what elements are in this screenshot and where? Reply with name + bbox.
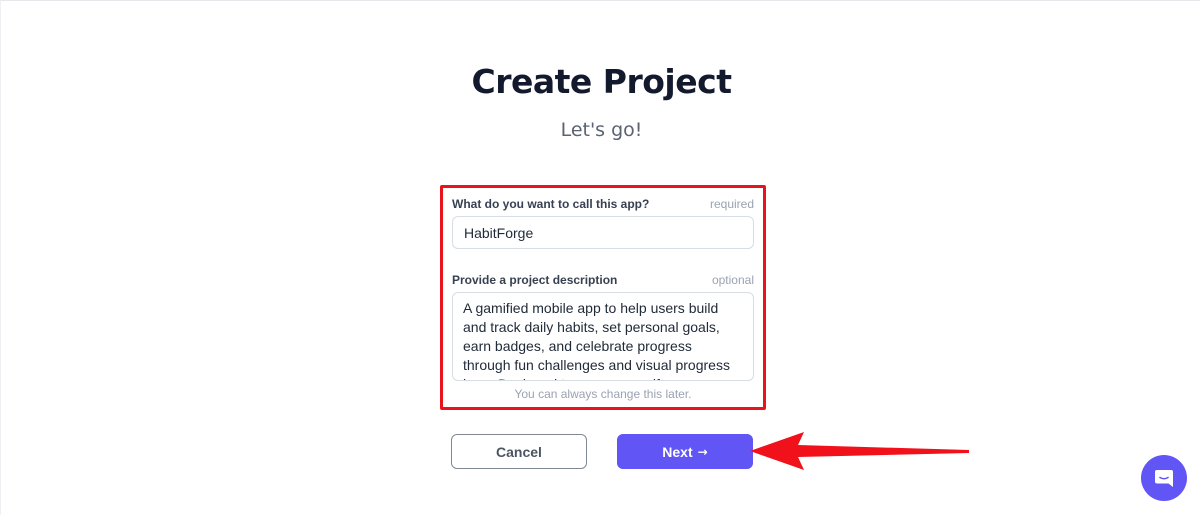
page-title: Create Project bbox=[471, 62, 732, 101]
name-field-label-row: What do you want to call this app? requi… bbox=[452, 197, 754, 211]
cancel-button[interactable]: Cancel bbox=[451, 434, 587, 469]
app-name-input[interactable] bbox=[452, 216, 754, 249]
name-field-required-hint: required bbox=[709, 197, 754, 211]
next-button-label: Next bbox=[662, 443, 693, 460]
arrow-right-icon: → bbox=[697, 444, 708, 459]
project-description-textarea[interactable]: A gamified mobile app to help users buil… bbox=[452, 292, 754, 381]
page-subtitle: Let's go! bbox=[560, 119, 643, 141]
cancel-button-label: Cancel bbox=[496, 443, 542, 460]
chat-launcher-button[interactable] bbox=[1141, 455, 1187, 501]
helper-text: You can always change this later. bbox=[514, 387, 692, 401]
next-button[interactable]: Next → bbox=[617, 434, 753, 469]
red-pointer-arrow-icon bbox=[750, 432, 969, 470]
description-field-label-row: Provide a project description optional bbox=[452, 273, 754, 287]
description-field-label: Provide a project description bbox=[452, 273, 618, 287]
description-field-optional-hint: optional bbox=[711, 273, 754, 287]
name-field-label: What do you want to call this app? bbox=[452, 197, 650, 211]
chat-bubble-icon bbox=[1155, 470, 1173, 487]
